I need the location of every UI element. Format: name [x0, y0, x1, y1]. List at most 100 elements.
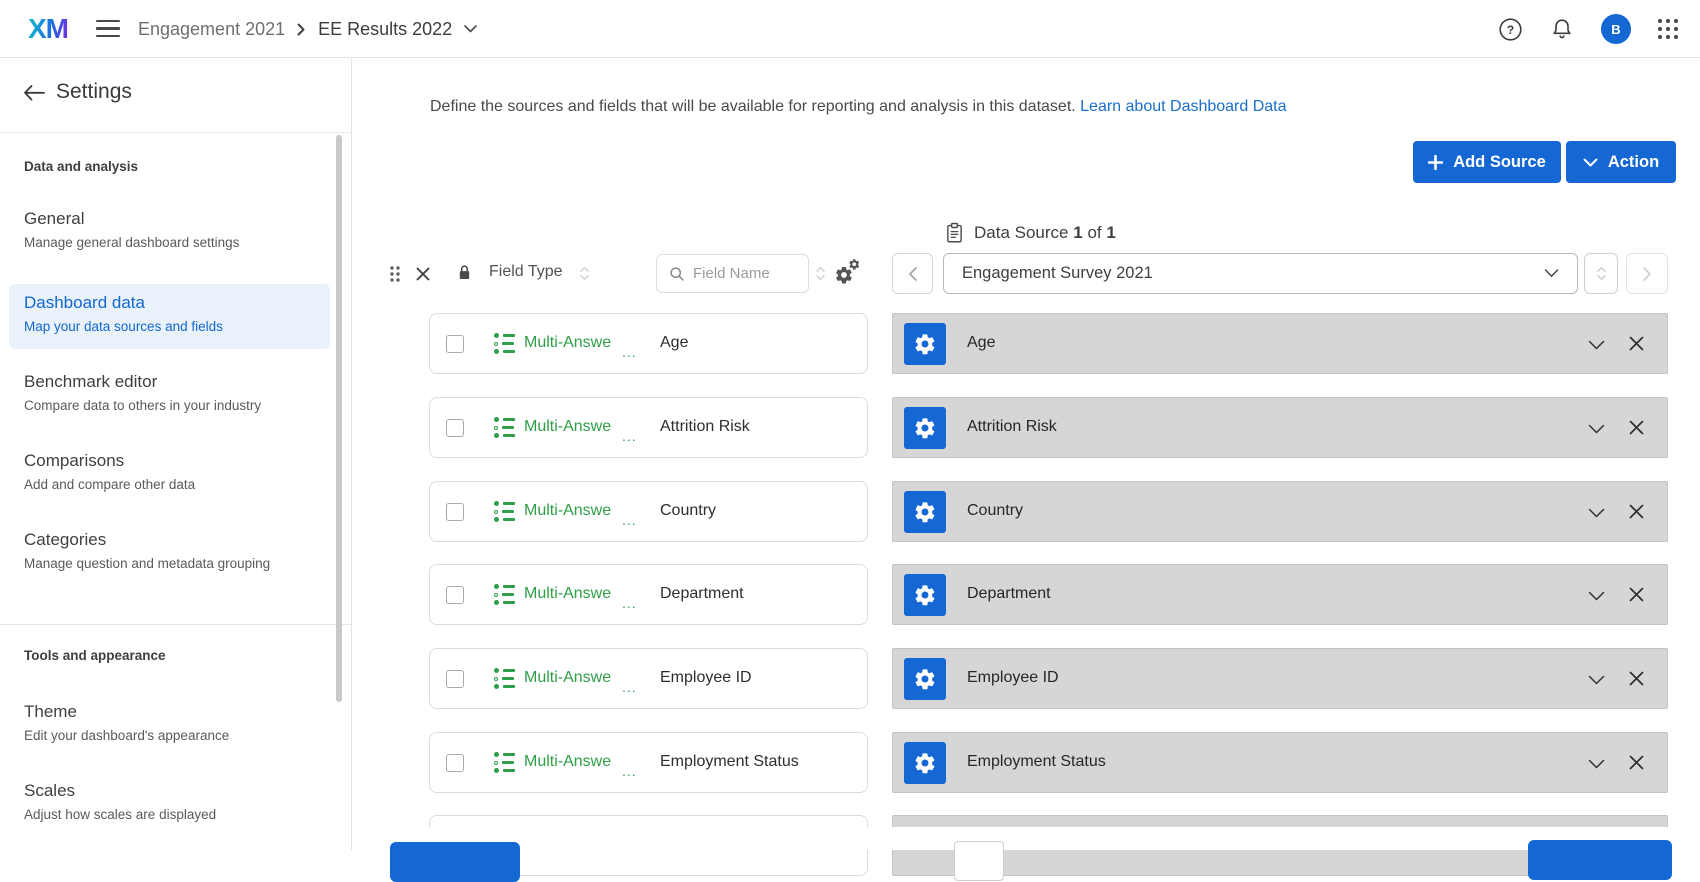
sidebar-item-comparisons[interactable]: Comparisons Add and compare other data: [24, 450, 314, 494]
field-name-value[interactable]: Attrition Risk: [660, 418, 750, 436]
learn-about-dashboard-data-link[interactable]: Learn about Dashboard Data: [1080, 98, 1286, 115]
svg-text:?: ?: [1507, 23, 1514, 37]
sidebar-item-theme[interactable]: Theme Edit your dashboard's appearance: [24, 701, 314, 745]
app-switcher-icon[interactable]: [1658, 19, 1678, 39]
back-arrow-icon[interactable]: [22, 84, 46, 104]
field-type-value[interactable]: Multi-Answe: [524, 418, 611, 436]
remove-field-icon[interactable]: [1628, 503, 1645, 520]
truncation-ellipsis: ...: [622, 763, 637, 779]
hamburger-menu-icon[interactable]: [96, 20, 120, 37]
field-settings-button[interactable]: [904, 323, 946, 365]
row-checkbox[interactable]: [446, 503, 464, 521]
truncation-ellipsis: ...: [622, 679, 637, 695]
gear-icon: [913, 751, 937, 775]
xm-logo[interactable]: XM: [28, 13, 68, 45]
field-row-department: Multi-Answe ... Department: [429, 564, 868, 625]
row-checkbox[interactable]: [446, 670, 464, 688]
field-row-employee-id: Multi-Answe ... Employee ID: [429, 648, 868, 709]
topbar-actions: ? B: [1498, 0, 1678, 58]
multi-answer-icon: [494, 752, 516, 773]
close-icon[interactable]: [415, 266, 431, 282]
source-select[interactable]: Engagement Survey 2021: [943, 253, 1578, 294]
field-settings-button[interactable]: [904, 742, 946, 784]
field-name-sort-icon[interactable]: [815, 265, 826, 282]
sidebar-scrollbar[interactable]: [336, 135, 342, 702]
sidebar-item-benchmark-editor[interactable]: Benchmark editor Compare data to others …: [24, 371, 314, 415]
remove-field-icon[interactable]: [1628, 586, 1645, 603]
sidebar-item-scales[interactable]: Scales Adjust how scales are displayed: [24, 780, 314, 824]
expand-chevron-icon[interactable]: [1588, 340, 1605, 350]
field-settings-gears-icon[interactable]: [833, 258, 863, 288]
row-checkbox[interactable]: [446, 754, 464, 772]
expand-chevron-icon[interactable]: [1588, 591, 1605, 601]
multi-answer-icon: [494, 333, 516, 354]
row-checkbox[interactable]: [446, 586, 464, 604]
truncation-ellipsis: ...: [622, 428, 637, 444]
field-name-value[interactable]: Country: [660, 502, 716, 520]
multi-answer-icon: [494, 417, 516, 438]
gear-icon: [913, 332, 937, 356]
remove-field-icon[interactable]: [1628, 419, 1645, 436]
user-avatar[interactable]: B: [1601, 14, 1631, 44]
mapped-field-name: Country: [967, 502, 1023, 520]
breadcrumb-separator-icon: [297, 23, 306, 36]
field-type-value[interactable]: Multi-Answe: [524, 334, 611, 352]
field-name-search: [656, 254, 809, 293]
field-row-employment-status: Multi-Answe ... Employment Status: [429, 732, 868, 793]
reorder-source-button[interactable]: [1584, 253, 1618, 294]
search-icon: [669, 266, 685, 282]
multi-answer-icon: [494, 668, 516, 689]
field-settings-button[interactable]: [904, 407, 946, 449]
chevron-down-icon: [1583, 158, 1598, 167]
sidebar-item-general[interactable]: General Manage general dashboard setting…: [24, 208, 314, 252]
previous-source-button[interactable]: [892, 253, 933, 294]
field-name-value[interactable]: Department: [660, 585, 744, 603]
next-page-button[interactable]: [1528, 840, 1672, 880]
next-source-button[interactable]: [1626, 253, 1668, 294]
sidebar-item-dashboard-data[interactable]: Dashboard data Map your data sources and…: [24, 292, 314, 336]
top-bar: XM Engagement 2021 EE Results 2022 ? B: [0, 0, 1700, 58]
gear-icon: [913, 583, 937, 607]
expand-chevron-icon[interactable]: [1588, 508, 1605, 518]
gear-icon: [913, 500, 937, 524]
breadcrumb-dropdown-icon[interactable]: [464, 25, 477, 33]
field-type-sort-icon[interactable]: [579, 265, 590, 282]
remove-field-icon[interactable]: [1628, 754, 1645, 771]
field-type-value[interactable]: Multi-Answe: [524, 502, 611, 520]
field-name-value[interactable]: Employment Status: [660, 753, 799, 771]
clipboard-icon: [945, 222, 964, 244]
field-settings-button[interactable]: [904, 574, 946, 616]
expand-chevron-icon[interactable]: [1588, 675, 1605, 685]
field-name-value[interactable]: Employee ID: [660, 669, 752, 687]
mapped-field-row-country: Country: [892, 481, 1668, 542]
page-description: Define the sources and fields that will …: [430, 98, 1287, 116]
previous-page-button[interactable]: [390, 842, 520, 882]
field-type-value[interactable]: Multi-Answe: [524, 585, 611, 603]
plus-icon: [1428, 155, 1443, 170]
breadcrumb-parent-link[interactable]: Engagement 2021: [138, 19, 285, 40]
action-button[interactable]: Action: [1566, 141, 1676, 183]
add-source-button[interactable]: Add Source: [1413, 141, 1561, 183]
mapped-field-row-employment-status: Employment Status: [892, 732, 1668, 793]
row-checkbox[interactable]: [446, 335, 464, 353]
field-type-value[interactable]: Multi-Answe: [524, 669, 611, 687]
help-icon[interactable]: ?: [1498, 17, 1523, 42]
remove-field-icon[interactable]: [1628, 670, 1645, 687]
sidebar-item-categories[interactable]: Categories Manage question and metadata …: [24, 529, 314, 573]
truncation-ellipsis: ...: [622, 344, 637, 360]
breadcrumb: Engagement 2021 EE Results 2022: [138, 0, 477, 58]
notifications-bell-icon[interactable]: [1550, 17, 1574, 42]
field-settings-button[interactable]: [904, 491, 946, 533]
page-number-box[interactable]: [954, 841, 1004, 881]
field-type-value[interactable]: Multi-Answe: [524, 753, 611, 771]
breadcrumb-current[interactable]: EE Results 2022: [318, 19, 452, 40]
row-checkbox[interactable]: [446, 419, 464, 437]
field-name-search-input[interactable]: [693, 265, 793, 282]
expand-chevron-icon[interactable]: [1588, 424, 1605, 434]
remove-field-icon[interactable]: [1628, 335, 1645, 352]
field-settings-button[interactable]: [904, 658, 946, 700]
field-name-value[interactable]: Age: [660, 334, 688, 352]
drag-handle-icon[interactable]: [389, 265, 401, 283]
expand-chevron-icon[interactable]: [1588, 759, 1605, 769]
lock-icon: [457, 263, 472, 281]
